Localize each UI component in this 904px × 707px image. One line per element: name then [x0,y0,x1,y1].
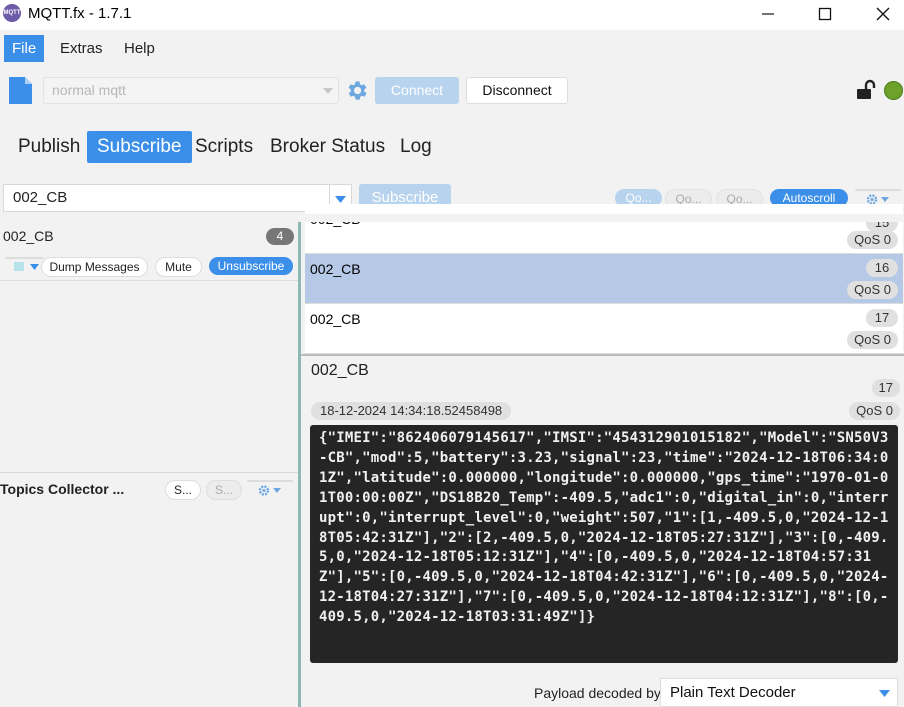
minimize-button[interactable] [740,0,796,28]
message-qos: QoS 0 [847,331,898,349]
divider [0,280,298,281]
topics-collector-label: Topics Collector ... [0,481,125,497]
tab-scripts[interactable]: Scripts [185,131,263,163]
color-swatch [14,262,24,271]
close-button[interactable] [855,0,904,28]
message-qos: QoS 0 [847,281,898,299]
topics-collector-stop-button[interactable]: S... [206,480,242,500]
message-topic: 002_CB [310,261,361,277]
chevron-down-icon [879,690,890,697]
menu-help[interactable]: Help [116,35,163,62]
gear-icon[interactable] [344,78,369,103]
new-profile-document-icon[interactable] [8,76,33,105]
app-logo-icon: MQTT [3,4,21,22]
tab-subscribe[interactable]: Subscribe [87,131,192,163]
divider [0,472,298,473]
mute-button[interactable]: Mute [155,257,202,277]
message-qos: QoS 0 [847,231,898,249]
topics-collector-scan-button[interactable]: S... [165,480,201,500]
detail-timestamp: 18-12-2024 14:34:18.52458498 [311,402,512,420]
maximize-icon [818,7,832,21]
tab-publish[interactable]: Publish [8,131,90,163]
message-row[interactable]: 002_CB 17 QoS 0 [305,304,903,354]
subscriptions-pane [0,222,298,707]
detail-qos: QoS 0 [849,402,900,420]
decoder-select-value: Plain Text Decoder [670,684,796,701]
menu-file[interactable]: File [4,35,45,62]
subscription-topic: 002_CB [3,228,54,244]
subscribe-settings-button[interactable] [855,189,901,205]
disconnect-button[interactable]: Disconnect [466,77,568,104]
tab-log[interactable]: Log [390,131,442,163]
unsubscribe-button[interactable]: Unsubscribe [209,257,293,275]
color-picker-button[interactable] [5,257,44,271]
detail-message-number: 17 [871,379,900,397]
message-number: 17 [866,309,898,327]
menu-extras[interactable]: Extras [52,35,111,62]
tab-broker-status[interactable]: Broker Status [260,131,395,163]
lock-open-icon [857,79,876,99]
message-number: 16 [866,259,898,277]
message-topic: 002_CB [310,311,361,327]
detail-splitter[interactable] [301,354,904,356]
minimize-icon [762,13,774,15]
dump-messages-button[interactable]: Dump Messages [41,257,148,277]
profile-select-value: normal mqtt [52,82,126,98]
message-row-selected[interactable]: 002_CB 16 QoS 0 [305,254,903,304]
profile-select[interactable]: normal mqtt [43,77,339,104]
maximize-button[interactable] [797,0,853,28]
chevron-down-icon [323,88,333,94]
gear-dropdown-icon [258,485,281,496]
menu-bar: File Extras Help [0,30,904,62]
toolbar-edge [0,214,904,222]
subscription-count-badge: 4 [266,228,294,245]
window-title: MQTT.fx - 1.7.1 [28,5,132,22]
close-icon [876,7,890,21]
payload-viewer[interactable]: {"IMEI":"862406079145617","IMSI":"454312… [310,425,898,663]
decoder-select[interactable]: Plain Text Decoder [660,678,898,707]
chevron-down-icon [30,264,39,270]
subscribe-topic-input[interactable]: 002_CB [3,184,330,212]
message-row[interactable]: 002_CB 15 QoS 0 [305,204,903,254]
title-bar: MQTT MQTT.fx - 1.7.1 [0,0,904,30]
detail-topic: 002_CB [311,362,369,379]
topics-collector-settings-button[interactable] [247,480,293,496]
connection-status-indicator [884,81,903,100]
chevron-down-icon [335,196,346,203]
connect-button[interactable]: Connect [375,77,459,104]
decoder-label: Payload decoded by [534,685,661,701]
